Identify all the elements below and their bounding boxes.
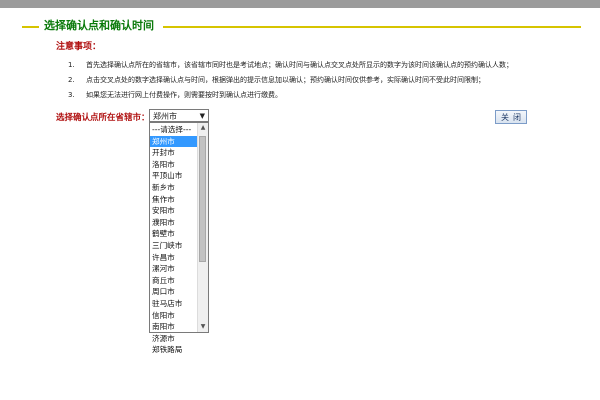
notice-item-text: 点击交叉点处的数字选择确认点与时间，根据弹出的提示信息加以确认；预约确认时间仅供… [86, 76, 485, 84]
city-option[interactable]: 新乡市 [150, 182, 198, 194]
city-dropdown-list[interactable]: ---请选择--- 郑州市 开封市 洛阳市 平顶山市 新乡市 焦作市 安阳市 濮… [149, 122, 209, 354]
city-option[interactable]: 周口市 [150, 286, 198, 298]
city-option[interactable]: 安阳市 [150, 205, 198, 217]
notice-list: 1. 首先选择确认点所在的省辖市，该省辖市同时也是考试地点；确认时间与确认点交叉… [56, 59, 576, 104]
close-button[interactable]: 关闭 [495, 110, 527, 124]
city-option[interactable]: 洛阳市 [150, 159, 198, 171]
notice-item-number: 3. [68, 91, 75, 99]
city-option[interactable]: 信阳市 [150, 310, 198, 322]
city-option[interactable]: ---请选择--- [150, 124, 198, 136]
top-bar [0, 0, 600, 8]
scrollbar-thumb[interactable] [199, 136, 206, 262]
city-option[interactable]: 濮阳市 [150, 217, 198, 229]
notice-title: 注意事项： [56, 42, 102, 52]
notice-item-text: 首先选择确认点所在的省辖市，该省辖市同时也是考试地点；确认时间与确认点交叉点处所… [86, 61, 513, 69]
notice-item: 3. 如果您无法进行网上付费操作，则需要按时到确认点进行缴费。 [56, 89, 576, 104]
city-option[interactable]: 许昌市 [150, 252, 198, 264]
notice-item-number: 2. [68, 76, 75, 84]
city-option[interactable]: 商丘市 [150, 275, 198, 287]
title-rule-left [22, 26, 39, 28]
city-option[interactable]: 焦作市 [150, 194, 198, 206]
city-options: ---请选择--- 郑州市 开封市 洛阳市 平顶山市 新乡市 焦作市 安阳市 濮… [150, 124, 198, 356]
city-select-label: 选择确认点所在省辖市： [56, 113, 150, 123]
city-option[interactable]: 郑铁路局 [150, 344, 198, 356]
city-option[interactable]: 平顶山市 [150, 170, 198, 182]
title-rule-right [163, 26, 581, 28]
city-option[interactable]: 济源市 [150, 333, 198, 345]
city-option[interactable]: 驻马店市 [150, 298, 198, 310]
page-title: 选择确认点和确认时间 [44, 19, 154, 32]
city-option-selected[interactable]: 郑州市 [150, 135, 198, 148]
city-option[interactable]: 南阳市 [150, 321, 198, 333]
city-option[interactable]: 鹤壁市 [150, 228, 198, 240]
city-option[interactable]: 三门峡市 [150, 240, 198, 252]
notice-item: 2. 点击交叉点处的数字选择确认点与时间，根据弹出的提示信息加以确认；预约确认时… [56, 74, 576, 89]
scroll-down-icon[interactable]: ▼ [198, 322, 208, 332]
notice-item: 1. 首先选择确认点所在的省辖市，该省辖市同时也是考试地点；确认时间与确认点交叉… [56, 59, 576, 74]
city-select[interactable]: 郑州市 ▼ [149, 109, 209, 122]
city-option[interactable]: 漯河市 [150, 263, 198, 275]
scroll-up-icon[interactable]: ▲ [198, 123, 208, 133]
notice-item-text: 如果您无法进行网上付费操作，则需要按时到确认点进行缴费。 [86, 91, 282, 99]
city-option[interactable]: 开封市 [150, 147, 198, 159]
city-select-value: 郑州市 [153, 112, 177, 121]
dropdown-scrollbar[interactable]: ▲ ▼ [197, 123, 208, 332]
notice-item-number: 1. [68, 61, 75, 69]
